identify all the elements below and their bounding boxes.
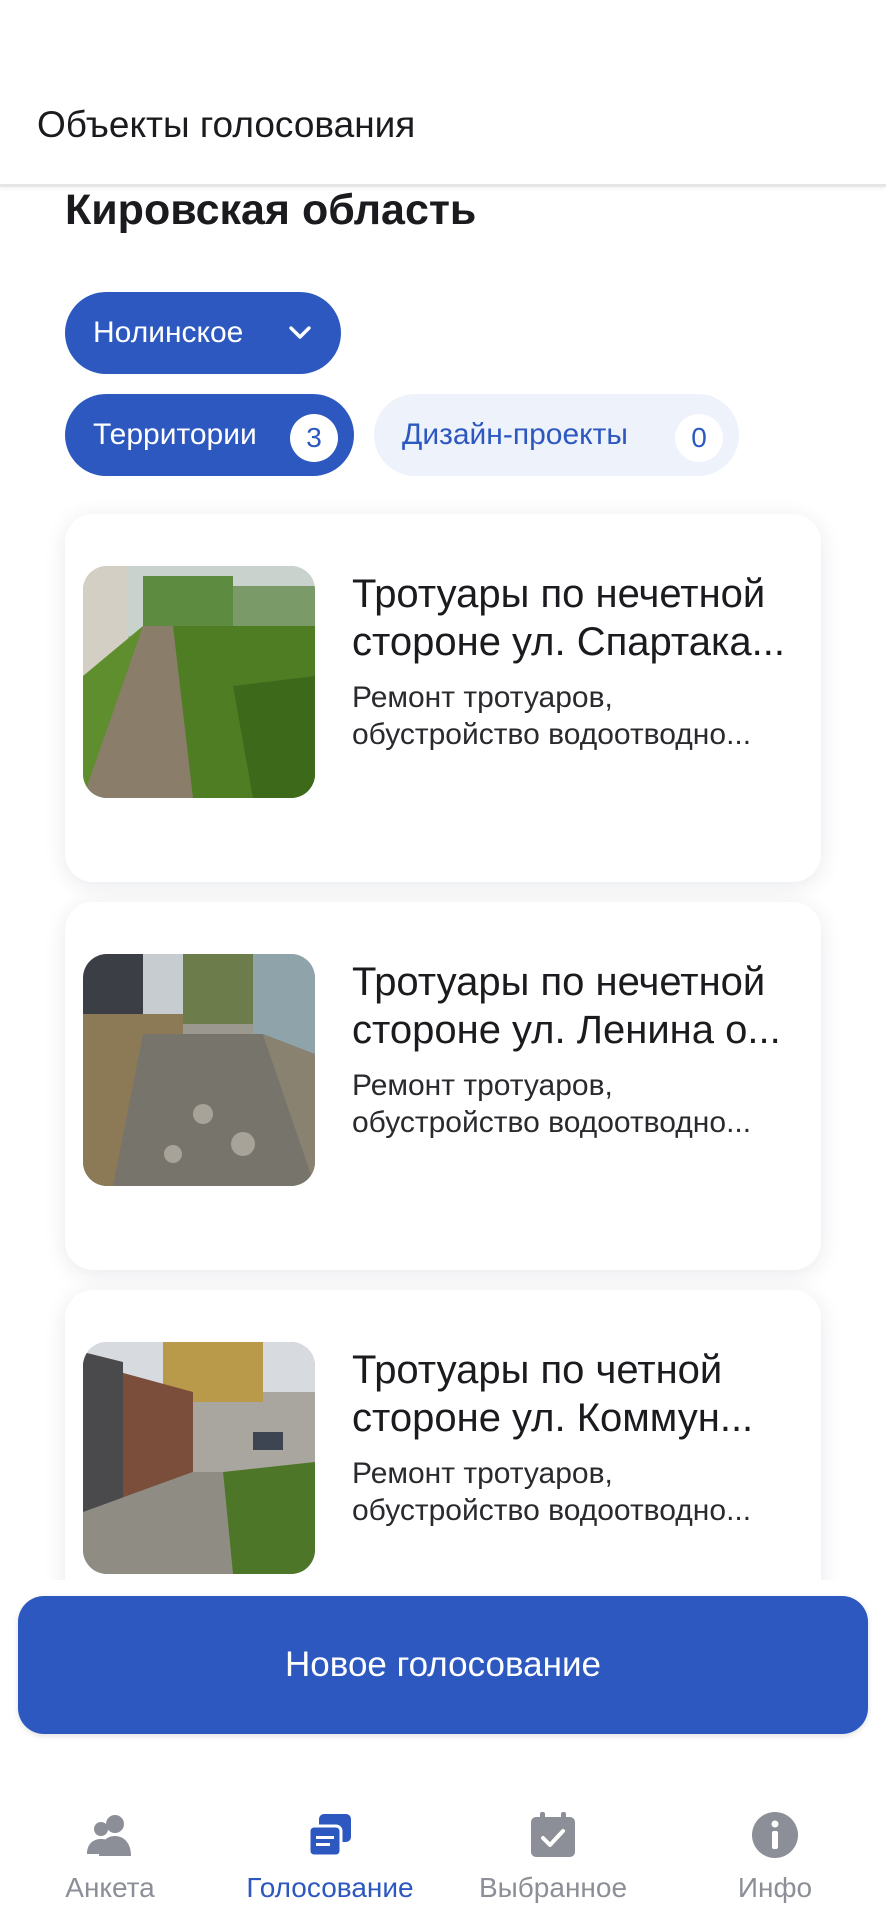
info-icon [752, 1812, 798, 1858]
nav-label: Голосование [246, 1872, 414, 1903]
object-photo [83, 566, 315, 798]
tab-territories-count: 3 [290, 414, 338, 462]
nav-item-favorites[interactable]: Выбранное [443, 1790, 663, 1920]
object-card[interactable]: Тротуары по нечетной стороне ул. Ленина … [65, 902, 821, 1270]
nav-item-survey[interactable]: Анкета [0, 1790, 220, 1920]
tab-design-projects-count: 0 [675, 414, 723, 462]
object-description-line: Ремонт тротуаров, [352, 1457, 613, 1490]
object-card[interactable]: Тротуары по нечетной стороне ул. Спартак… [65, 514, 821, 882]
calendar-check-icon [531, 1812, 575, 1857]
object-description: Ремонт тротуаров, обустройство водоотвод… [352, 679, 802, 753]
nav-item-info[interactable]: Инфо [665, 1790, 885, 1920]
tab-design-projects[interactable]: Дизайн-проекты 0 [374, 394, 739, 476]
page-title: Объекты голосования [37, 104, 416, 145]
object-title: Тротуары по нечетной стороне ул. Спартак… [352, 570, 802, 666]
object-title-line: Тротуары по нечетной [352, 572, 766, 616]
object-description-line: обустройство водоотводно... [352, 1494, 752, 1527]
tab-design-projects-label: Дизайн-проекты [402, 418, 628, 451]
municipality-dropdown-label: Нолинское [93, 316, 244, 349]
nav-label: Выбранное [478, 1872, 628, 1903]
object-description-line: Ремонт тротуаров, [352, 1069, 613, 1102]
region-title: Кировская область [65, 186, 477, 234]
object-description-line: Ремонт тротуаров, [352, 681, 613, 714]
people-icon [87, 1815, 131, 1856]
object-description-line: обустройство водоотводно... [352, 1106, 752, 1139]
nav-label: Инфо [737, 1872, 813, 1903]
object-title-line: Тротуары по четной [352, 1348, 723, 1392]
tab-territories-label: Территории [93, 418, 257, 451]
object-description: Ремонт тротуаров, обустройство водоотвод… [352, 1067, 802, 1141]
nav-label: Анкета [65, 1872, 155, 1903]
tab-territories[interactable]: Территории 3 [65, 394, 354, 476]
new-vote-button[interactable]: Новое голосование [18, 1596, 868, 1734]
object-title-line: стороне ул. Спартака... [352, 620, 785, 664]
municipality-dropdown[interactable]: Нолинское [65, 292, 341, 374]
ballot-icon [307, 1814, 351, 1858]
object-description-line: обустройство водоотводно... [352, 718, 752, 751]
app-bar: Объекты голосования [0, 0, 886, 187]
object-photo [83, 1342, 315, 1574]
object-title-line: стороне ул. Ленина о... [352, 1008, 781, 1052]
object-title-line: стороне ул. Коммун... [352, 1396, 754, 1440]
object-title: Тротуары по нечетной стороне ул. Ленина … [352, 958, 802, 1054]
bottom-nav: Анкета Голосование Выбранное Инфо [0, 1790, 886, 1920]
object-title: Тротуары по четной стороне ул. Коммун... [352, 1346, 802, 1442]
object-description: Ремонт тротуаров, обустройство водоотвод… [352, 1455, 802, 1529]
nav-item-voting[interactable]: Голосование [220, 1790, 440, 1920]
object-photo [83, 954, 315, 1186]
object-title-line: Тротуары по нечетной [352, 960, 766, 1004]
chevron-down-icon [289, 326, 311, 339]
